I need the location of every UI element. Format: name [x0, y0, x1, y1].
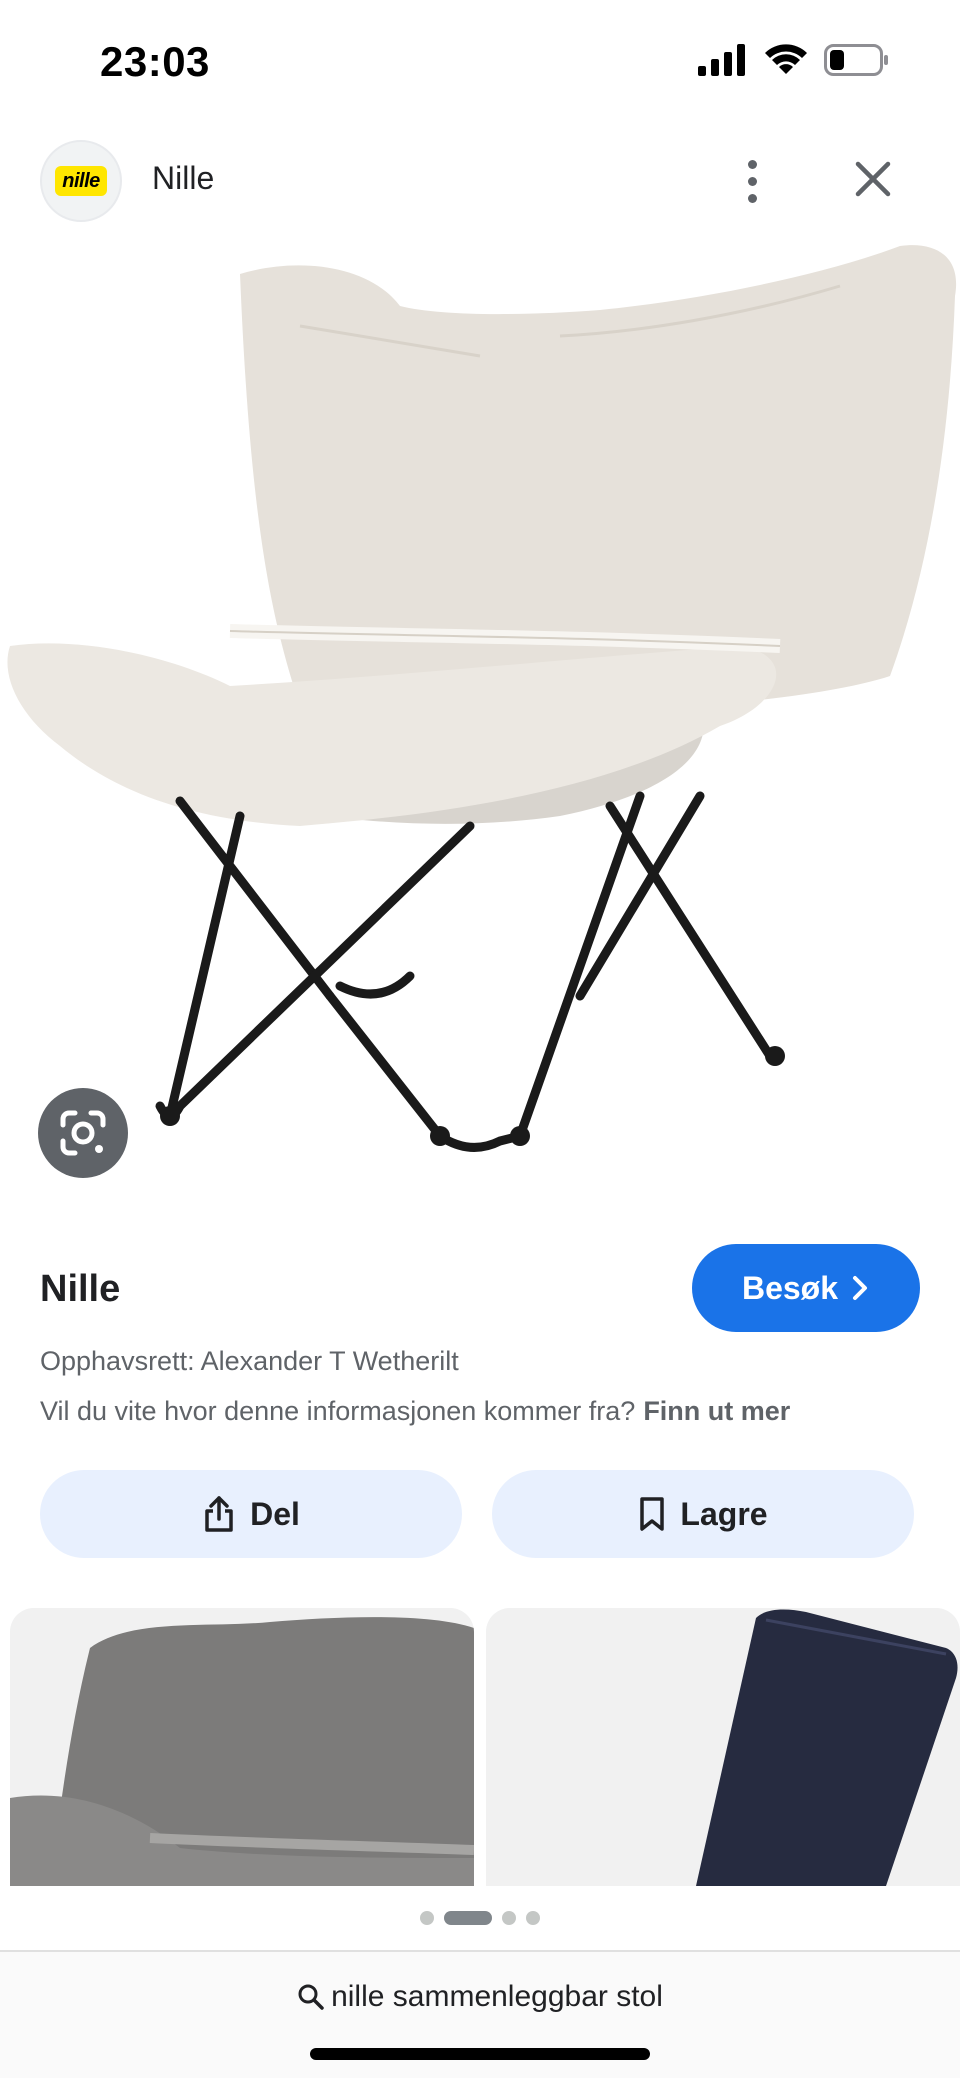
save-button-label: Lagre	[680, 1495, 768, 1532]
more-options-button[interactable]	[730, 144, 774, 218]
status-bar: 23:03	[0, 0, 960, 120]
related-card[interactable]	[486, 1608, 960, 1886]
wifi-icon	[765, 44, 807, 74]
status-time: 23:03	[100, 38, 210, 85]
chair-photo[interactable]	[0, 236, 960, 1226]
navy-cushion-photo	[486, 1608, 960, 1886]
close-icon[interactable]	[848, 154, 898, 204]
bottom-search-bar: nille sammenleggbar stol	[0, 1950, 960, 2078]
more-vert-icon	[747, 159, 757, 169]
search-query-text: nille sammenleggbar stol	[331, 1980, 663, 2013]
source-name: Nille	[40, 1268, 121, 1310]
pager-dot[interactable]	[420, 1911, 434, 1925]
search-icon	[298, 1984, 324, 2010]
search-query[interactable]: nille sammenleggbar stol	[0, 1980, 960, 2014]
copyright-text: Opphavsrett: Alexander T Wetherilt	[40, 1346, 459, 1376]
related-card[interactable]	[10, 1608, 474, 1886]
share-icon	[205, 1496, 233, 1532]
google-lens-icon	[60, 1110, 106, 1156]
header-title: Nille	[152, 160, 215, 196]
related-results	[10, 1608, 960, 1886]
home-indicator[interactable]	[310, 2048, 650, 2060]
info-question: Vil du vite hvor denne informasjonen kom…	[40, 1396, 636, 1426]
cellular-signal-icon	[698, 44, 745, 76]
pager-dots	[0, 1908, 960, 1928]
chevron-right-icon	[853, 1276, 868, 1300]
header: nille Nille	[0, 130, 960, 226]
status-icons	[698, 44, 890, 76]
battery-icon	[824, 44, 888, 76]
bookmark-icon	[640, 1497, 665, 1531]
google-lens-button[interactable]	[38, 1088, 128, 1178]
save-button[interactable]: Lagre	[492, 1470, 914, 1558]
pager-dot-active[interactable]	[444, 1911, 492, 1925]
pager-dot[interactable]	[526, 1911, 540, 1925]
share-button-label: Del	[250, 1495, 300, 1532]
visit-button-label: Besøk	[741, 1269, 839, 1306]
share-button[interactable]: Del	[40, 1470, 462, 1558]
visit-button[interactable]: Besøk	[692, 1244, 920, 1332]
nille-logo: nille	[55, 166, 107, 196]
learn-more-link[interactable]: Finn ut mer	[643, 1396, 790, 1426]
info-line: Vil du vite hvor denne informasjonen kom…	[40, 1396, 790, 1427]
pager-dot[interactable]	[502, 1911, 516, 1925]
source-logo[interactable]: nille	[40, 140, 122, 222]
gray-chair-photo	[10, 1608, 474, 1886]
